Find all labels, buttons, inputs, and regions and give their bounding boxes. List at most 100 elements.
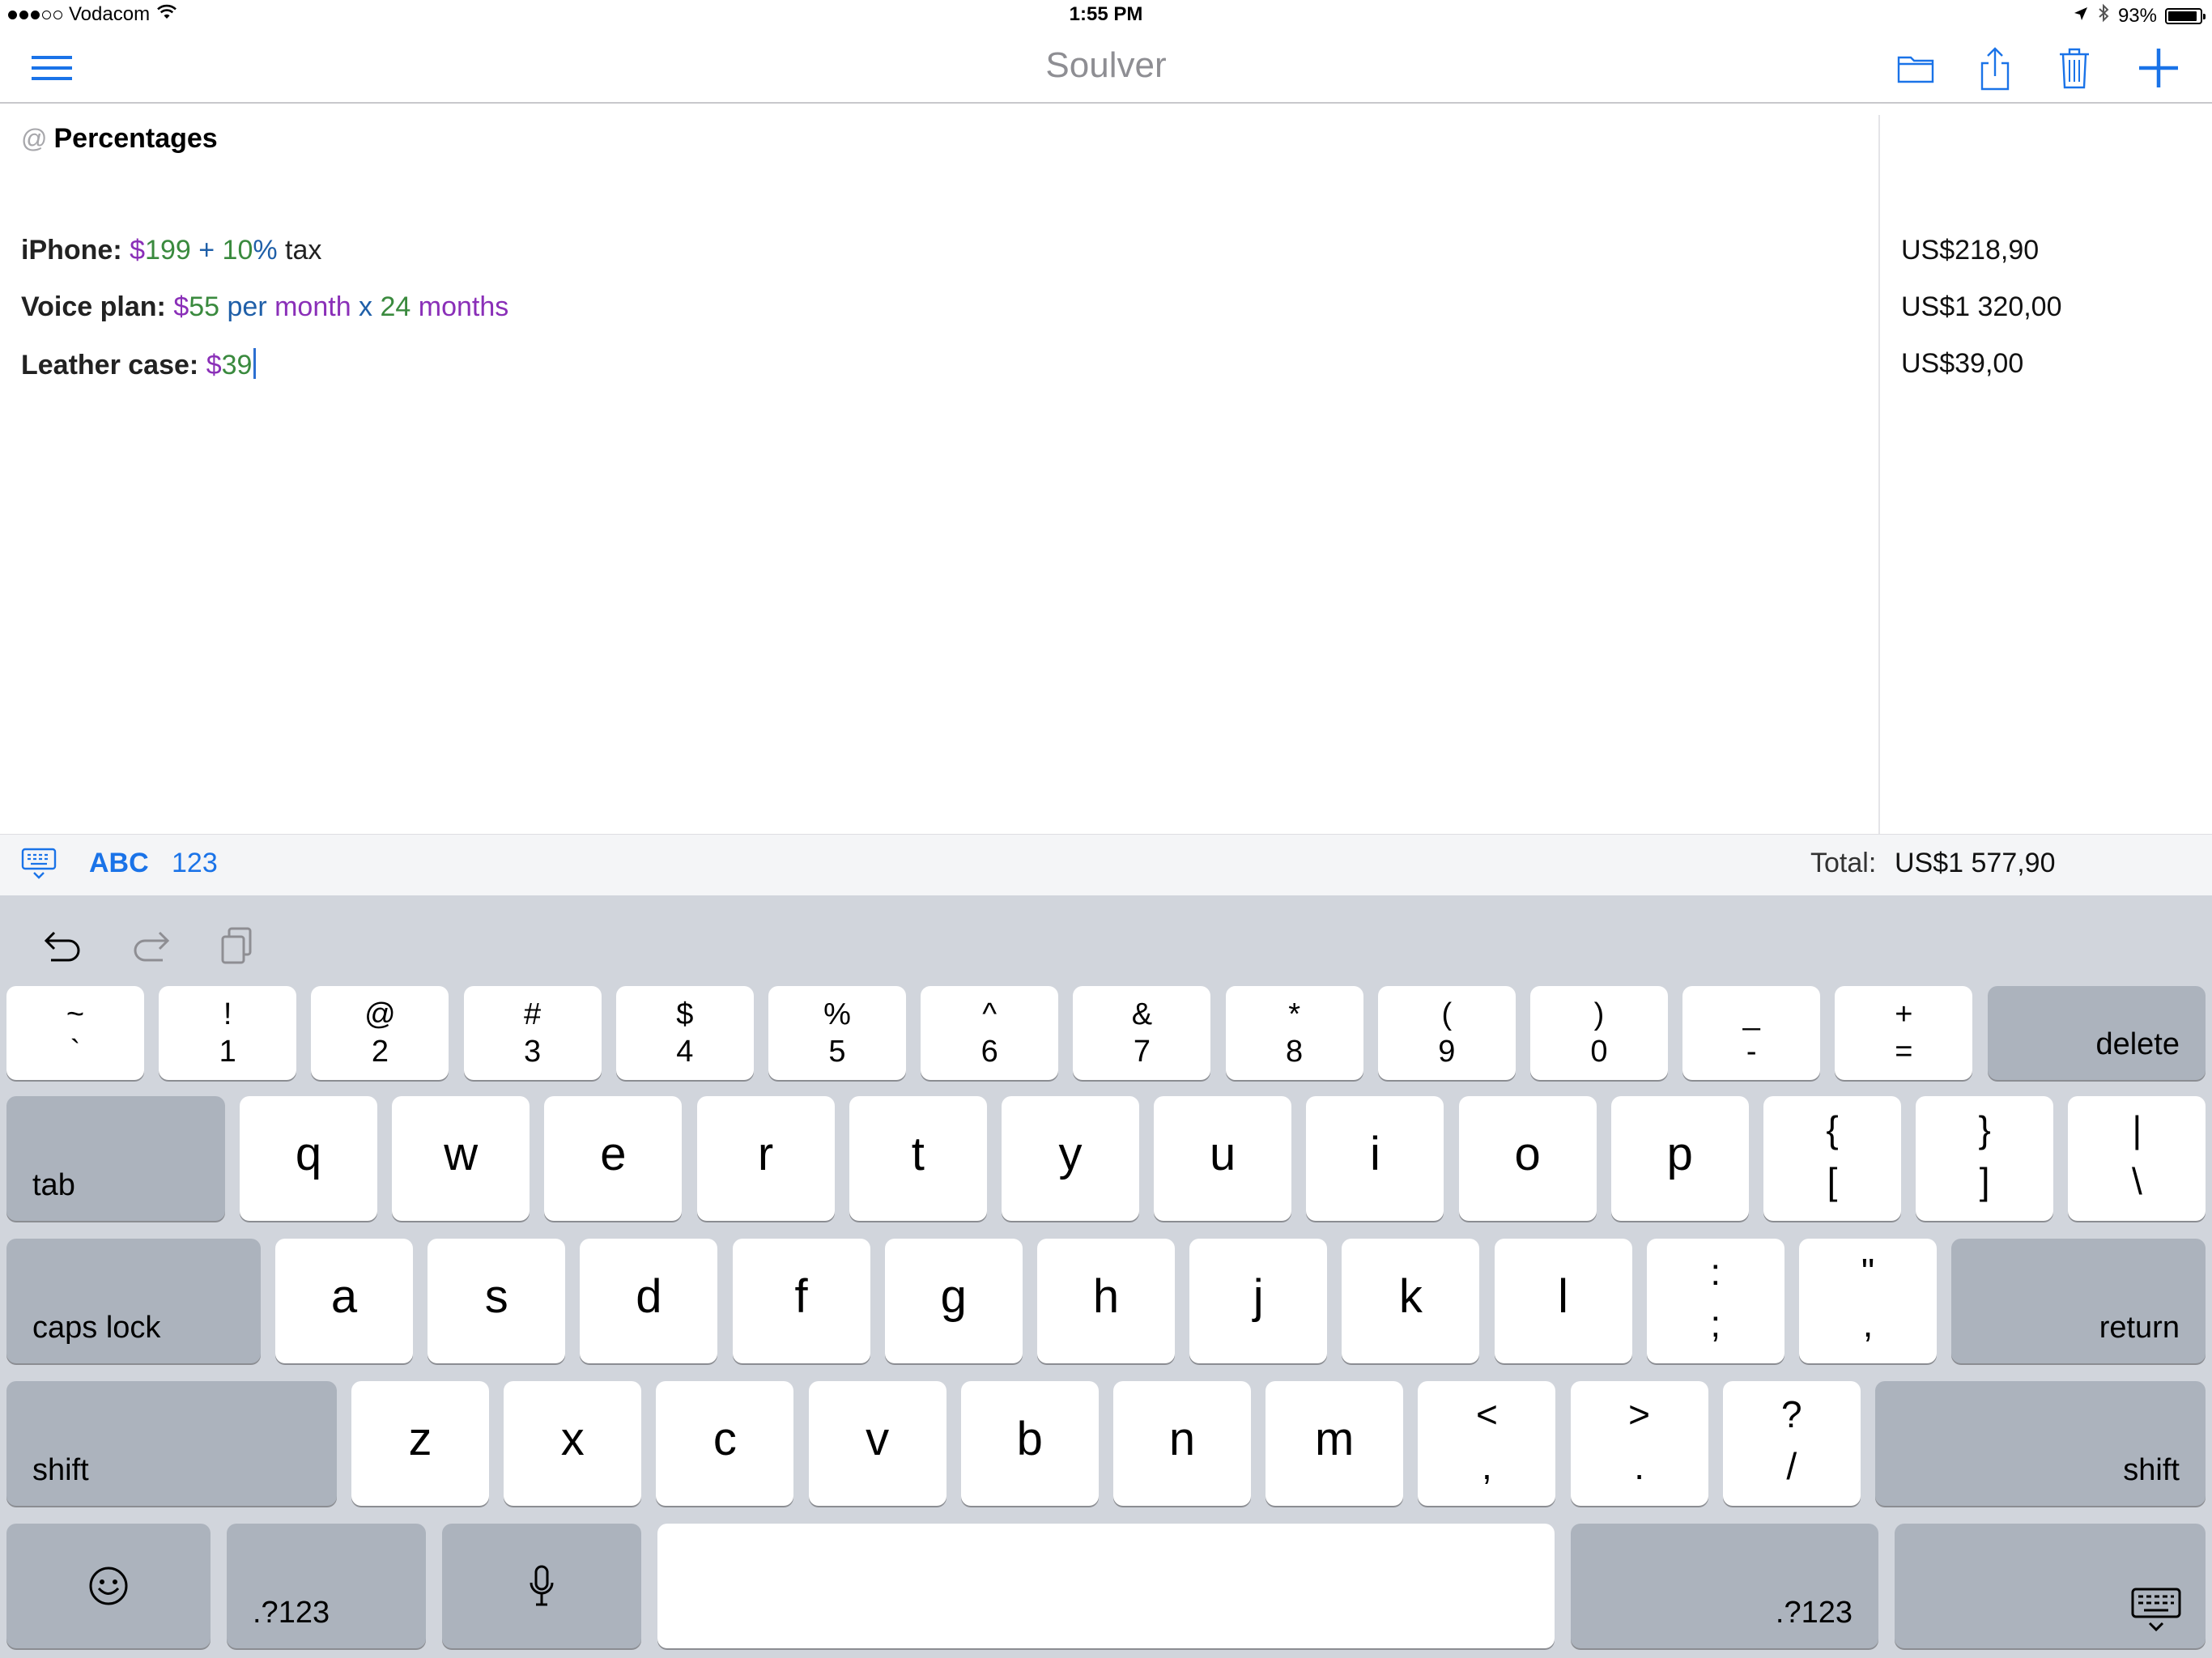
key-label: ! (223, 997, 232, 1031)
key-d[interactable]: d (580, 1239, 718, 1363)
folder-icon[interactable] (1890, 42, 1942, 94)
key-w[interactable]: w (392, 1096, 530, 1221)
key-label: [ (1827, 1160, 1838, 1202)
numbers-switch-key[interactable]: .?123 (227, 1524, 426, 1648)
key-0[interactable]: ) 0 (1530, 986, 1668, 1080)
key-symbol[interactable]: | \ (2068, 1096, 2206, 1221)
key-label: s (484, 1270, 508, 1323)
key-r[interactable]: r (696, 1096, 835, 1221)
emoji-icon (6, 1524, 211, 1648)
key-s[interactable]: s (428, 1239, 566, 1363)
key-y[interactable]: y (1002, 1096, 1139, 1221)
line-token: 10 (222, 235, 253, 266)
delete-key[interactable]: delete (1987, 986, 2206, 1080)
emoji-key[interactable] (6, 1524, 211, 1648)
key-1[interactable]: ! 1 (159, 986, 297, 1080)
key-symbol[interactable]: ", (1799, 1239, 1937, 1363)
key-g[interactable]: g (884, 1239, 1023, 1363)
key-symbol[interactable]: <, (1418, 1381, 1556, 1506)
key-`[interactable]: ~ ` (6, 986, 144, 1080)
numeric-mode-button[interactable]: 123 (172, 848, 218, 879)
line-token: $ (130, 235, 146, 266)
paste-icon[interactable] (212, 921, 261, 970)
key-c[interactable]: c (656, 1381, 794, 1506)
key-j[interactable]: j (1189, 1239, 1328, 1363)
redo-icon[interactable] (126, 921, 175, 970)
key-7[interactable]: & 7 (1073, 986, 1211, 1080)
key-t[interactable]: t (849, 1096, 987, 1221)
key-e[interactable]: e (544, 1096, 683, 1221)
key-label: } (1978, 1108, 1991, 1150)
key-label: m (1315, 1413, 1355, 1465)
caps-lock-key[interactable]: caps lock (6, 1239, 261, 1363)
key-label: u (1210, 1128, 1236, 1180)
key-u[interactable]: u (1154, 1096, 1292, 1221)
key-label: g (940, 1270, 967, 1323)
calculation-line[interactable]: iPhone: $199 + 10% tax (21, 235, 321, 266)
document-editor[interactable]: @ Percentages iPhone: $199 + 10% tax US$… (0, 104, 2212, 834)
key-p[interactable]: p (1610, 1096, 1749, 1221)
key-symbol[interactable]: :; (1646, 1239, 1784, 1363)
trash-icon[interactable] (2048, 42, 2100, 94)
key-3[interactable]: #3 (463, 986, 602, 1080)
key-symbol[interactable]: >. (1570, 1381, 1708, 1506)
shift-key-right[interactable]: shift (1875, 1381, 2206, 1506)
key-4[interactable]: $4 (615, 986, 754, 1080)
key-h[interactable]: h (1037, 1239, 1175, 1363)
key-v[interactable]: v (808, 1381, 946, 1506)
line-token: months (410, 291, 509, 322)
keyboard-toggle-icon[interactable] (21, 848, 57, 884)
key-q[interactable]: q (240, 1096, 377, 1221)
space-bar[interactable] (657, 1524, 1555, 1648)
key-symbol[interactable]: }] (1916, 1096, 2054, 1221)
key-label: caps lock (32, 1311, 161, 1345)
key-o[interactable]: o (1458, 1096, 1597, 1221)
key-l[interactable]: l (1494, 1239, 1632, 1363)
key-5[interactable]: % 5 (768, 986, 906, 1080)
key-k[interactable]: k (1342, 1239, 1480, 1363)
dictation-key[interactable] (442, 1524, 641, 1648)
key-9[interactable]: (9 (1377, 986, 1516, 1080)
tab-key[interactable]: tab (6, 1096, 225, 1221)
key-label: d (636, 1270, 662, 1323)
key-8[interactable]: * 8 (1225, 986, 1363, 1080)
key-=[interactable]: + = (1835, 986, 1973, 1080)
key-label: x (560, 1413, 585, 1465)
key-m[interactable]: m (1266, 1381, 1404, 1506)
key-i[interactable]: i (1306, 1096, 1444, 1221)
key-z[interactable]: z (351, 1381, 489, 1506)
plus-icon[interactable] (2133, 42, 2184, 94)
key-n[interactable]: n (1113, 1381, 1251, 1506)
line-token: 39 (221, 350, 253, 380)
calculation-line-active[interactable]: Leather case: $39 (21, 348, 257, 381)
calculation-line[interactable]: Voice plan: $55 per month x 24 months (21, 291, 508, 323)
document-heading: @ Percentages (21, 123, 218, 155)
key-label: @ (364, 997, 396, 1031)
key-b[interactable]: b (960, 1381, 1099, 1506)
battery-percent: 93% (2117, 4, 2157, 27)
shift-key-left[interactable]: shift (6, 1381, 337, 1506)
undo-icon[interactable] (39, 921, 87, 970)
line-token: month (274, 291, 351, 322)
key-label: c (713, 1413, 737, 1465)
key-label: v (866, 1413, 890, 1465)
hide-keyboard-key[interactable] (1895, 1524, 2206, 1648)
key--[interactable]: _ - (1682, 986, 1821, 1080)
status-time: 1:55 PM (1069, 3, 1143, 25)
key-x[interactable]: x (504, 1381, 642, 1506)
key-label: " (1861, 1251, 1875, 1293)
key-f[interactable]: f (732, 1239, 870, 1363)
line-token: per (219, 291, 275, 322)
share-icon[interactable] (1969, 42, 2021, 94)
key-symbol[interactable]: ? / (1722, 1381, 1861, 1506)
key-label: 9 (1438, 1035, 1456, 1069)
key-6[interactable]: ^ 6 (921, 986, 1059, 1080)
key-2[interactable]: @2 (311, 986, 449, 1080)
key-symbol[interactable]: {[ (1763, 1096, 1901, 1221)
return-key[interactable]: return (1951, 1239, 2206, 1363)
numbers-switch-key[interactable]: .?123 (1571, 1524, 1878, 1648)
key-label: 6 (981, 1035, 998, 1069)
abc-mode-button[interactable]: ABC (89, 848, 149, 879)
key-a[interactable]: a (275, 1239, 413, 1363)
navigation-bar: Soulver (0, 32, 2212, 104)
